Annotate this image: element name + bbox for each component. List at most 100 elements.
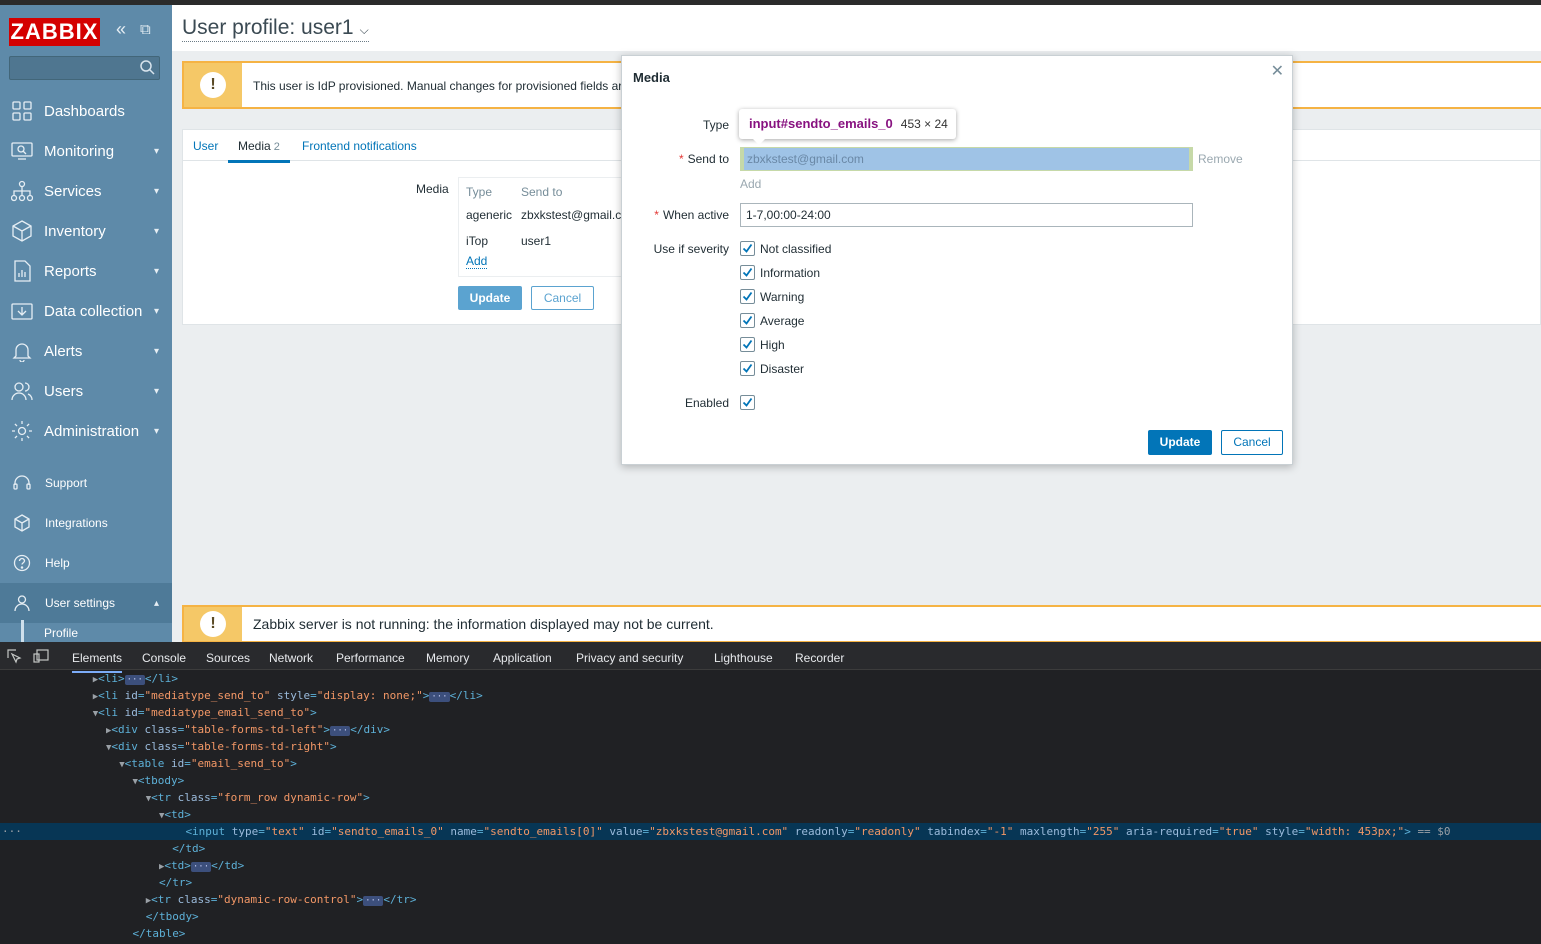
- severity-label-text: Warning: [760, 290, 805, 304]
- remove-link[interactable]: Remove: [1198, 152, 1243, 166]
- checkmark-icon: [742, 267, 753, 277]
- dialog-update-button[interactable]: Update: [1148, 430, 1212, 455]
- integrations-icon: [14, 514, 30, 532]
- sidebar-item-administration[interactable]: Administration ▾: [0, 411, 172, 451]
- enabled-label: Enabled: [684, 396, 729, 410]
- dom-node[interactable]: ▶<td> ··· </td>: [0, 857, 1541, 874]
- when-active-label-text: When active: [662, 208, 729, 222]
- devtools-tab-performance[interactable]: Performance: [336, 651, 405, 665]
- sidebar-subitem-label: Profile: [44, 626, 79, 640]
- close-icon[interactable]: ✕: [1271, 61, 1284, 81]
- severity-checkbox[interactable]: [740, 313, 755, 328]
- cancel-button[interactable]: Cancel: [531, 286, 594, 310]
- dom-node[interactable]: ▼<td>: [0, 806, 1541, 823]
- sidebar-item-users[interactable]: Users ▾: [0, 371, 172, 411]
- devtools-tab-recorder[interactable]: Recorder: [795, 651, 844, 665]
- warning-icon-box: !: [184, 63, 242, 107]
- sidebar-item-data-collection[interactable]: Data collection ▾: [0, 291, 172, 331]
- media-row-type: ageneric: [466, 208, 513, 222]
- media-row-type: iTop: [466, 234, 489, 248]
- devtools-tab-memory[interactable]: Memory: [426, 651, 469, 665]
- add-email-link[interactable]: Add: [740, 177, 761, 191]
- sidebar-item-label: Administration: [44, 422, 140, 440]
- checkmark-icon: [742, 243, 753, 253]
- dom-node[interactable]: </tr>: [0, 874, 1541, 891]
- send-to-input[interactable]: zbxkstest@gmail.com: [740, 147, 1193, 171]
- chevron-down-icon: ▾: [153, 145, 159, 157]
- sidebar-item-label: Dashboards: [44, 102, 125, 120]
- sidebar-item-label: Users: [44, 382, 84, 400]
- sidebar-item-support[interactable]: Support: [0, 463, 172, 503]
- sidebar-item-inventory[interactable]: Inventory ▾: [0, 211, 172, 251]
- dialog-title: Media: [633, 70, 670, 85]
- sidebar-item-label: Data collection: [44, 302, 143, 320]
- devtools-tab-console[interactable]: Console: [142, 651, 186, 665]
- zabbix-logo[interactable]: ZABBIX: [9, 18, 100, 46]
- sidebar-item-monitoring[interactable]: Monitoring ▾: [0, 131, 172, 171]
- when-active-input[interactable]: 1-7,00:00-24:00: [740, 203, 1193, 227]
- tab-media[interactable]: Media 2: [228, 139, 290, 163]
- severity-label-text: Disaster: [760, 362, 805, 376]
- dom-node[interactable]: ▼<tbody>: [0, 772, 1541, 789]
- sidebar-item-help[interactable]: Help: [0, 543, 172, 583]
- dom-node-selected[interactable]: ··· <input type="text" id="sendto_emails…: [0, 823, 1541, 840]
- severity-checkbox[interactable]: [740, 289, 755, 304]
- dom-node[interactable]: ▼<li id="mediatype_email_send_to">: [0, 704, 1541, 721]
- dom-node[interactable]: ▶<li id="mediatype_send_to" style="displ…: [0, 687, 1541, 704]
- sidebar-item-reports[interactable]: Reports ▾: [0, 251, 172, 291]
- checkmark-icon: [742, 339, 753, 349]
- sidebar-item-dashboards[interactable]: Dashboards: [0, 91, 172, 131]
- update-button[interactable]: Update: [458, 286, 522, 310]
- inspect-element-icon[interactable]: [6, 648, 22, 664]
- dom-node[interactable]: </tbody>: [0, 908, 1541, 925]
- severity-checkbox[interactable]: [740, 241, 755, 256]
- media-row-send-to: zbxkstest@gmail.c: [521, 208, 622, 222]
- severity-checkbox[interactable]: [740, 337, 755, 352]
- search-icon[interactable]: [139, 59, 155, 75]
- send-to-label-text: Send to: [687, 152, 729, 166]
- dom-node[interactable]: </table>: [0, 925, 1541, 942]
- checkmark-icon: [742, 363, 753, 373]
- chevron-down-icon: ▾: [153, 265, 159, 277]
- devtools-tab-network[interactable]: Network: [269, 651, 313, 665]
- chevron-up-icon: ▴: [153, 597, 159, 609]
- add-media-link[interactable]: Add: [466, 254, 488, 269]
- dom-node[interactable]: ▶<li> ··· </li>: [0, 670, 1541, 687]
- devtools-tab-application[interactable]: Application: [493, 651, 552, 665]
- checkmark-icon: [742, 315, 753, 325]
- device-toolbar-icon[interactable]: [33, 648, 49, 664]
- tab-user[interactable]: User: [193, 139, 218, 153]
- media-row-send-to: user1: [521, 234, 552, 248]
- page-title[interactable]: User profile: user1 ⌵: [182, 16, 369, 42]
- dialog-cancel-button[interactable]: Cancel: [1221, 430, 1283, 455]
- dom-node[interactable]: </td>: [0, 840, 1541, 857]
- severity-checkbox[interactable]: [740, 361, 755, 376]
- undock-sidebar-icon[interactable]: ⧉: [140, 21, 151, 38]
- devtools-tab-bar: Elements Console Sources Network Performance…: [0, 642, 1541, 673]
- devtools-tab-sources[interactable]: Sources: [206, 651, 250, 665]
- sidebar-search-input[interactable]: [9, 56, 160, 80]
- sidebar-item-user-settings[interactable]: User settings ▴: [0, 583, 172, 623]
- dom-node[interactable]: ▶<tr class="dynamic-row-control"> ··· </tr…: [0, 891, 1541, 908]
- sidebar-subitem-profile[interactable]: Profile: [0, 620, 172, 642]
- dom-node[interactable]: ▼<tr class="form_row dynamic-row">: [0, 789, 1541, 806]
- devtools-panel: Elements Console Sources Network Performance…: [0, 642, 1541, 944]
- sidebar: ZABBIX « ⧉ Dashboards Monitoring ▾ Servi…: [0, 5, 172, 642]
- sidebar-item-services[interactable]: Services ▾: [0, 171, 172, 211]
- sidebar-item-label: Inventory: [44, 222, 106, 240]
- devtools-tab-lighthouse[interactable]: Lighthouse: [714, 651, 773, 665]
- sidebar-item-integrations[interactable]: Integrations: [0, 503, 172, 543]
- sidebar-item-label: User settings: [45, 596, 116, 610]
- severity-checkbox[interactable]: [740, 265, 755, 280]
- devtools-tab-privacy-and-security[interactable]: Privacy and security: [576, 651, 683, 665]
- dom-node[interactable]: ▶<div class="table-forms-td-left"> ··· </d…: [0, 721, 1541, 738]
- enabled-checkbox[interactable]: [740, 395, 755, 410]
- collapse-sidebar-icon[interactable]: «: [116, 19, 126, 40]
- monitoring-icon: [11, 142, 33, 160]
- column-header-send-to: Send to: [521, 185, 563, 199]
- sidebar-item-alerts[interactable]: Alerts ▾: [0, 331, 172, 371]
- dom-node[interactable]: ▼<div class="table-forms-td-right">: [0, 738, 1541, 755]
- tab-frontend-notifications[interactable]: Frontend notifications: [302, 139, 417, 153]
- help-icon: [13, 554, 31, 572]
- dom-node[interactable]: ▼<table id="email_send_to">: [0, 755, 1541, 772]
